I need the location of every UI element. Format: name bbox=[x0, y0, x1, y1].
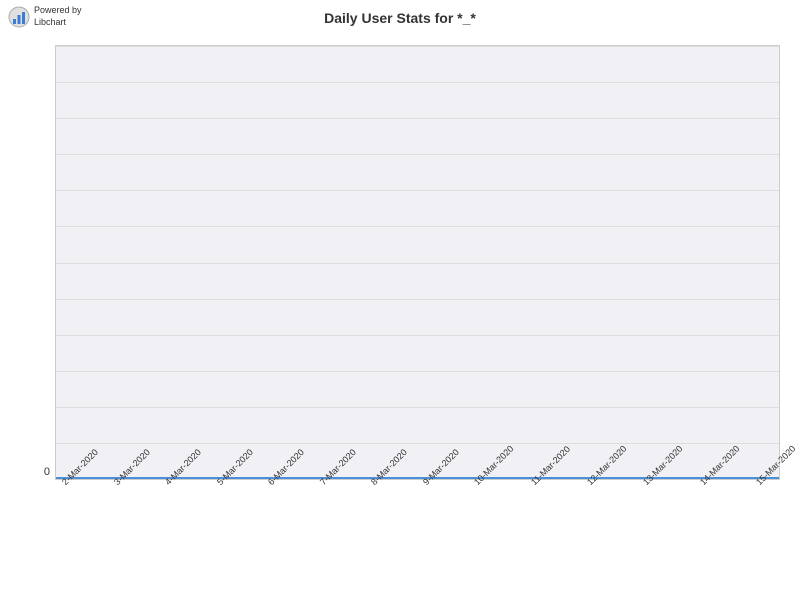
y-axis-label-0: 0 bbox=[44, 466, 50, 480]
grid-line bbox=[56, 299, 779, 300]
grid-line bbox=[56, 82, 779, 83]
grid-line bbox=[56, 407, 779, 408]
grid-line bbox=[56, 190, 779, 191]
grid-line bbox=[56, 263, 779, 264]
grid-line bbox=[56, 335, 779, 336]
grid-line bbox=[56, 371, 779, 372]
grid-line bbox=[56, 443, 779, 444]
y-axis: 0 bbox=[0, 45, 55, 480]
grid-line bbox=[56, 154, 779, 155]
grid-line bbox=[56, 118, 779, 119]
x-axis: 2-Mar-20203-Mar-20204-Mar-20205-Mar-2020… bbox=[55, 480, 780, 590]
chart-plot-area bbox=[55, 45, 780, 480]
page-container: Powered by Libchart Daily User Stats for… bbox=[0, 0, 800, 600]
grid-line bbox=[56, 46, 779, 47]
chart-title: Daily User Stats for *_* bbox=[0, 10, 800, 26]
grid-line bbox=[56, 226, 779, 227]
